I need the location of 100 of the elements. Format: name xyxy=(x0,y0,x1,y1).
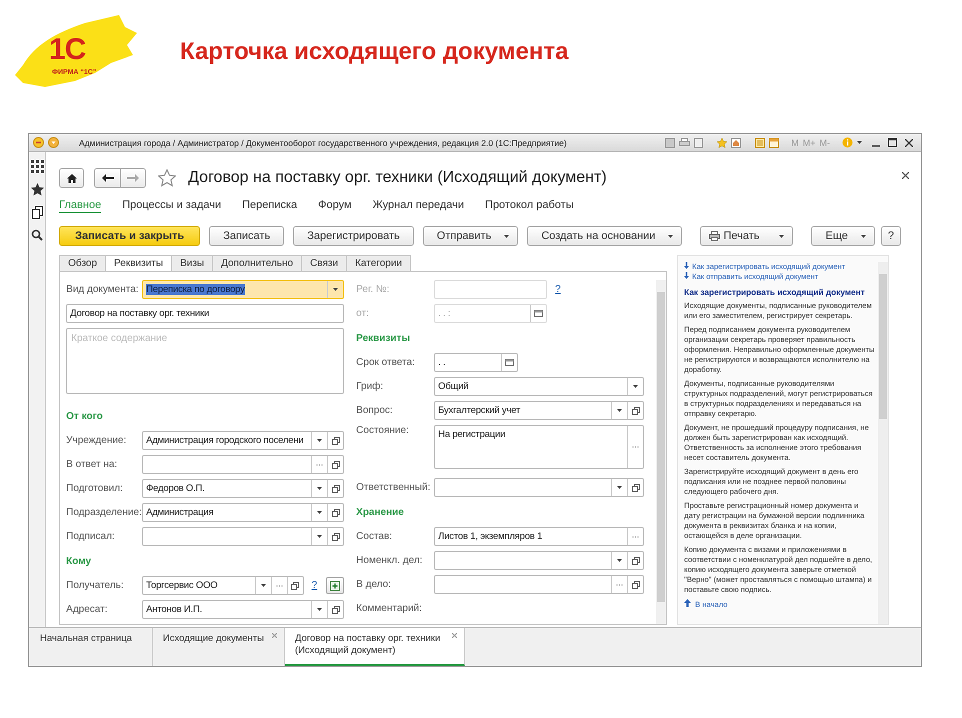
window-icon xyxy=(332,484,340,492)
field-label: Адресат: xyxy=(66,604,108,615)
dropdown-field[interactable] xyxy=(434,551,644,570)
caret-icon xyxy=(617,559,622,562)
caret-icon[interactable] xyxy=(857,141,862,144)
star-icon[interactable] xyxy=(30,183,44,196)
tab[interactable]: Обзор xyxy=(59,255,106,272)
maximize-icon[interactable] xyxy=(888,138,897,147)
section-heading: Кому xyxy=(66,556,92,569)
nav-link[interactable]: Журнал передачи xyxy=(372,199,464,213)
section-heading: Хранение xyxy=(356,507,405,520)
memo-field[interactable]: Краткое содержание xyxy=(66,328,344,394)
toolbar-button[interactable]: Записать xyxy=(209,226,284,246)
scrollbar[interactable] xyxy=(656,280,666,624)
window-icon xyxy=(291,582,300,590)
caret-icon xyxy=(317,439,322,442)
arrow-left-icon xyxy=(102,174,114,182)
field-label: Состав: xyxy=(356,531,394,542)
home-icon[interactable] xyxy=(731,138,742,148)
window-icon xyxy=(632,580,640,588)
field-label: Ответственный: xyxy=(356,482,432,493)
nav-link[interactable]: Процессы и задачи xyxy=(122,199,222,213)
tab[interactable]: Визы xyxy=(171,255,212,272)
caret-icon xyxy=(617,409,622,412)
memo-field[interactable]: На регистрации xyxy=(434,425,644,469)
caret-icon xyxy=(633,385,638,388)
save-close-button[interactable]: Записать и закрыть xyxy=(59,226,200,246)
menu-button[interactable]: Создать на основании xyxy=(527,226,682,246)
dropdown-field[interactable] xyxy=(434,478,644,497)
grid-icon[interactable] xyxy=(30,160,44,173)
toolbar-button[interactable]: ? xyxy=(880,226,901,246)
menu-button[interactable]: Отправить xyxy=(422,226,518,246)
back-button[interactable] xyxy=(94,168,122,188)
close-icon[interactable] xyxy=(905,138,913,146)
help-heading: Как зарегистрировать исходящий документ xyxy=(684,287,866,297)
section-heading: От кого xyxy=(66,411,104,424)
logo-mark: 1С xyxy=(49,35,86,65)
field-label: Вид документа: xyxy=(66,284,140,295)
nav-link[interactable]: Главное xyxy=(59,199,102,213)
caret-icon xyxy=(333,288,338,291)
input-field[interactable]: Листов 1, экземпляров 1 xyxy=(434,527,644,546)
scrollbar[interactable] xyxy=(878,262,888,624)
caret-icon xyxy=(260,584,266,587)
field-label: В ответ на: xyxy=(66,459,118,470)
dropdown-field[interactable]: Переписка по договору xyxy=(142,280,344,299)
help-link[interactable]: ? xyxy=(312,580,318,591)
date-field[interactable]: . . xyxy=(434,353,518,372)
print-button[interactable]: Печать xyxy=(700,226,794,246)
window-icon xyxy=(632,406,640,414)
window-icon xyxy=(332,460,340,468)
window-tab[interactable]: Начальная страница xyxy=(30,628,153,666)
field-label: Вопрос: xyxy=(356,405,394,416)
field-label: от: xyxy=(356,308,370,319)
form-title: Договор на поставку орг. техники (Исходящий документ) xyxy=(188,169,607,187)
window-title: Администрация города / Администратор / Документооборот государственного учреждения, редакция 2.0 (1С:Предприятие) xyxy=(79,138,568,148)
window-icon xyxy=(332,436,340,444)
caret-icon xyxy=(317,608,322,611)
dropdown-field[interactable]: Бухгалтерский учет xyxy=(434,401,644,420)
window-tab[interactable]: Договор на поставку орг. техники (Исходящий документ) xyxy=(284,628,465,666)
dropdown-field[interactable]: Администрация xyxy=(142,503,344,522)
nav-link[interactable]: Форум xyxy=(318,199,352,213)
menu-button[interactable]: Еще xyxy=(811,226,875,246)
field-label: Получатель: xyxy=(66,580,125,591)
tab[interactable]: Категории xyxy=(346,255,412,272)
field-label: Рег. №: xyxy=(356,284,390,295)
field-label: Гриф: xyxy=(356,381,384,392)
input-field[interactable] xyxy=(142,455,344,474)
slide-title: Карточка исходящего документа xyxy=(180,38,568,66)
star-icon[interactable] xyxy=(158,169,176,187)
app-logo-icon[interactable] xyxy=(33,137,44,148)
caret-icon xyxy=(504,234,510,238)
tab[interactable]: Дополнительно xyxy=(212,255,302,272)
home-icon xyxy=(66,174,77,182)
caret-icon xyxy=(617,486,622,489)
dropdown-field[interactable]: Торгсервис ООО xyxy=(142,576,304,595)
dropdown-field[interactable]: Антонов И.П. xyxy=(142,600,344,619)
window-icon xyxy=(332,508,340,516)
dropdown-field[interactable] xyxy=(142,527,344,546)
arrow-right-icon xyxy=(127,174,140,182)
dropdown-field[interactable]: Федоров О.П. xyxy=(142,479,344,498)
printer-icon[interactable] xyxy=(679,138,690,148)
dropdown-icon[interactable] xyxy=(48,137,59,148)
printer-icon xyxy=(709,231,720,241)
pages-icon[interactable] xyxy=(32,206,43,219)
toolbar-button[interactable]: Зарегистрировать xyxy=(293,226,414,246)
nav-link[interactable]: Протокол работы xyxy=(485,199,574,213)
close-icon[interactable] xyxy=(902,172,909,179)
input-field[interactable] xyxy=(434,575,644,594)
tab[interactable]: Реквизиты xyxy=(105,255,172,272)
caret-icon xyxy=(668,234,674,238)
dropdown-field[interactable]: Общий xyxy=(434,377,644,396)
add-button[interactable] xyxy=(326,577,344,594)
tab[interactable]: Связи xyxy=(301,255,346,272)
nav-link[interactable]: Переписка xyxy=(242,199,298,213)
home-button[interactable] xyxy=(59,168,84,188)
window-icon xyxy=(332,532,340,540)
search-icon[interactable] xyxy=(31,229,44,241)
dropdown-field[interactable]: Администрация городского поселени xyxy=(142,431,344,450)
star-icon[interactable] xyxy=(717,138,728,148)
input-field[interactable]: Договор на поставку орг. техники xyxy=(66,304,344,323)
